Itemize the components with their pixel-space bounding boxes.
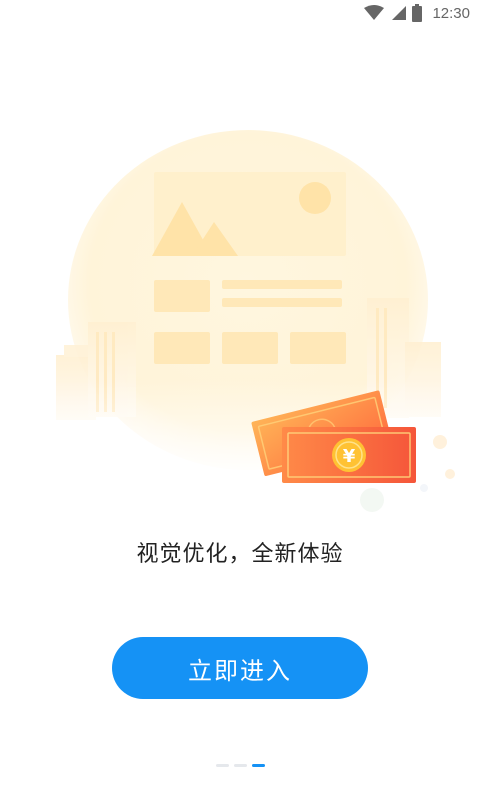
page-indicator-dot-active[interactable]: [251, 764, 265, 767]
slogan-text: 视觉优化，全新体验: [136, 542, 344, 567]
page-indicator-dot[interactable]: [233, 764, 247, 767]
onboarding-screen: 12:30 ¥ 视觉优化，全新体验 立即进入: [0, 0, 480, 800]
page-indicator: [0, 764, 480, 767]
status-icons: 12:30: [364, 3, 470, 23]
cellular-signal-icon: [390, 5, 407, 21]
bubble-decoration: [360, 488, 384, 512]
battery-icon: [412, 4, 423, 22]
bubble-decoration: [445, 469, 455, 479]
wifi-icon: [364, 5, 385, 21]
enter-now-button[interactable]: 立即进入: [112, 637, 368, 699]
currency-symbol: ¥: [343, 446, 356, 467]
bubble-decoration: [433, 435, 447, 449]
page-indicator-dot[interactable]: [215, 764, 229, 767]
bubble-decoration: [420, 484, 428, 492]
status-time: 12:30: [432, 4, 470, 22]
onboarding-illustration: ¥: [0, 110, 480, 530]
status-bar: 12:30: [0, 0, 480, 26]
